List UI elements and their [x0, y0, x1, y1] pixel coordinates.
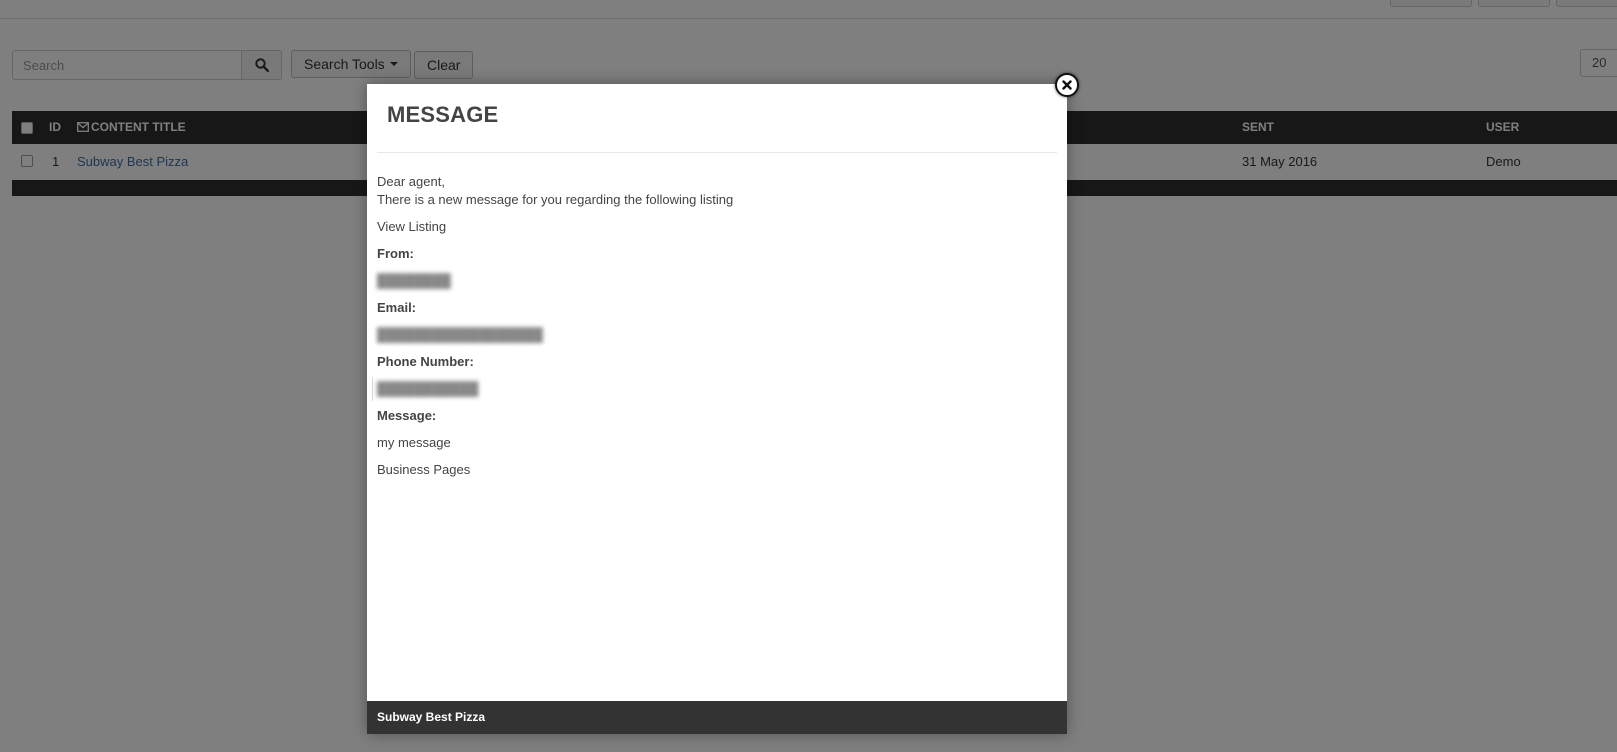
message-label: Message: — [377, 408, 437, 423]
modal-title: MESSAGE — [387, 102, 499, 127]
message-text: my message — [377, 435, 451, 450]
from-value-redacted: ████████ — [377, 273, 451, 288]
phone-label: Phone Number: — [377, 354, 474, 369]
greeting-text: Dear agent, — [377, 174, 445, 189]
view-listing-link[interactable]: View Listing — [377, 219, 446, 234]
modal-divider — [377, 152, 1057, 153]
email-label: Email: — [377, 300, 417, 315]
modal-close-button[interactable] — [1055, 73, 1079, 97]
message-modal: MESSAGE Dear agent, There is a new messa… — [367, 84, 1067, 734]
signature-text: Business Pages — [377, 462, 471, 477]
modal-footer-title: Subway Best Pizza — [367, 701, 1067, 734]
modal-body: Dear agent, There is a new message for y… — [372, 173, 1047, 488]
from-label: From: — [377, 246, 414, 261]
phone-value-redacted: ███████████ — [377, 381, 479, 396]
intro-text: There is a new message for you regarding… — [377, 192, 734, 207]
email-value-redacted: ██████████████████ — [377, 327, 543, 342]
close-icon — [1062, 80, 1072, 90]
